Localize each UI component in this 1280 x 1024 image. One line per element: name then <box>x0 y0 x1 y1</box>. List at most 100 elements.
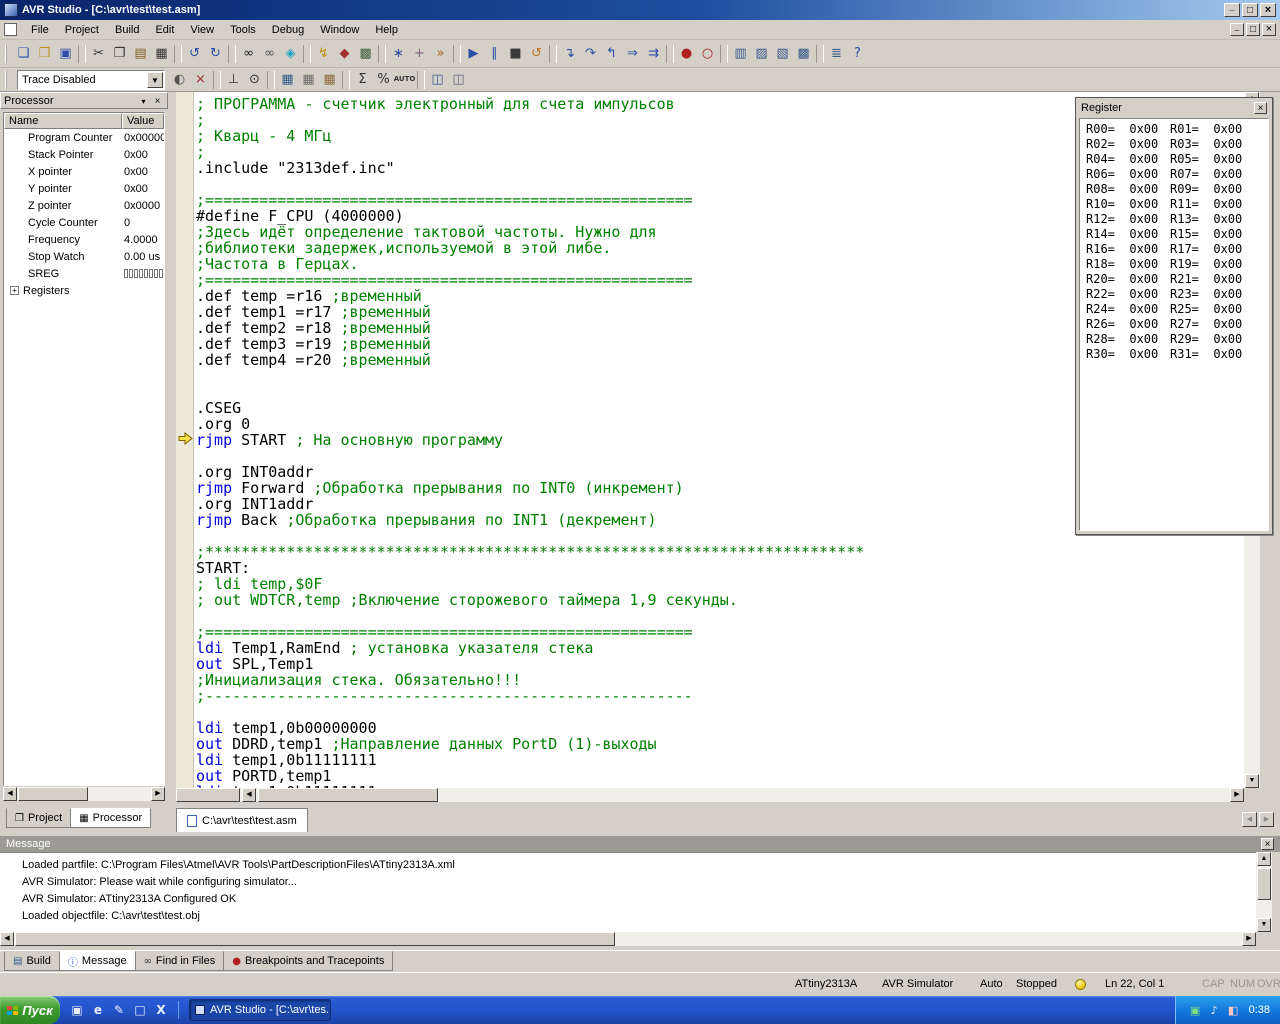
processor-hscrollbar[interactable] <box>3 787 165 801</box>
stop-debug-icon[interactable]: ■ <box>505 43 526 64</box>
sreg-flag-checkbox[interactable] <box>139 269 143 278</box>
toggle-breakpoint-icon[interactable]: ● <box>676 43 697 64</box>
undo-icon[interactable]: ↺ <box>184 43 205 64</box>
quick-launch-avr-icon[interactable]: ▣ <box>68 1001 86 1019</box>
chevron-down-icon[interactable]: ▼ <box>147 72 163 88</box>
step-out-icon[interactable]: ↰ <box>601 43 622 64</box>
io-view-icon[interactable]: ▩ <box>793 43 814 64</box>
chip-icon[interactable]: ▩ <box>355 43 376 64</box>
tab-scroll-left-icon[interactable]: ◀ <box>1242 812 1257 827</box>
start-button[interactable]: Пуск <box>0 996 60 1024</box>
register-close-icon[interactable] <box>1254 102 1267 114</box>
watch-window-icon[interactable]: ▥ <box>730 43 751 64</box>
remove-breakpoints-icon[interactable]: ○ <box>697 43 718 64</box>
message-output[interactable]: Loaded partfile: C:\Program Files\Atmel\… <box>0 852 1256 932</box>
scroll-thumb[interactable] <box>1257 868 1271 900</box>
stopwatch-icon[interactable]: ⊙ <box>244 69 265 90</box>
split-window-icon[interactable]: ◫ <box>448 69 469 90</box>
trace-combobox[interactable]: Trace Disabled ▼ <box>17 70 165 90</box>
quick-launch-ie-icon[interactable]: e <box>89 1001 107 1019</box>
auto-refresh-icon[interactable]: AUTO <box>394 69 415 90</box>
sreg-flag-checkbox[interactable] <box>154 269 158 278</box>
editor-window-icon[interactable]: ◫ <box>427 69 448 90</box>
clear-trace-icon[interactable]: × <box>190 69 211 90</box>
tab-find-in-files[interactable]: ∞Find in Files <box>135 951 225 971</box>
menu-item-tools[interactable]: Tools <box>222 24 264 36</box>
tab-breakpoints-and-tracepoints[interactable]: ●Breakpoints and Tracepoints <box>223 951 393 971</box>
restore-icon[interactable] <box>1242 3 1258 17</box>
sreg-flag-checkbox[interactable] <box>159 269 163 278</box>
menu-item-file[interactable]: File <box>23 24 57 36</box>
redo-icon[interactable]: ↻ <box>205 43 226 64</box>
menu-item-build[interactable]: Build <box>107 24 147 36</box>
tab-build[interactable]: ▤Build <box>4 951 60 971</box>
message-hscrollbar[interactable] <box>0 932 1256 946</box>
trace-onoff-icon[interactable]: ◐ <box>169 69 190 90</box>
register-window-header[interactable]: Register <box>1078 100 1270 116</box>
tab-processor[interactable]: ▦Processor <box>70 808 151 828</box>
help-icon[interactable]: ? <box>847 43 868 64</box>
menu-item-window[interactable]: Window <box>312 24 367 36</box>
bookmark-icon[interactable]: ◈ <box>280 43 301 64</box>
tab-project[interactable]: ❒Project <box>6 808 71 828</box>
sreg-flag-checkbox[interactable] <box>124 269 128 278</box>
reset-icon[interactable]: ↺ <box>526 43 547 64</box>
open-file-icon[interactable]: ❒ <box>34 43 55 64</box>
menu-item-help[interactable]: Help <box>367 24 406 36</box>
build-icon[interactable]: + <box>409 43 430 64</box>
autostep-icon[interactable]: ⇉ <box>643 43 664 64</box>
step-over-icon[interactable]: ↷ <box>580 43 601 64</box>
column-name[interactable]: Name <box>4 113 122 129</box>
scroll-right-icon[interactable] <box>151 787 165 801</box>
mdi-close-icon[interactable] <box>1262 23 1276 36</box>
quick-launch-desktop-icon[interactable]: □ <box>131 1001 149 1019</box>
disassembler-icon[interactable]: ≣ <box>826 43 847 64</box>
close-icon[interactable] <box>1260 3 1276 17</box>
sreg-flag-checkbox[interactable] <box>129 269 133 278</box>
new-file-icon[interactable]: ❏ <box>13 43 34 64</box>
tray-volume-icon[interactable]: ♪ <box>1207 1003 1222 1018</box>
splitter-handle[interactable] <box>176 788 240 802</box>
scroll-left-icon[interactable] <box>242 788 256 802</box>
scroll-up-icon[interactable] <box>1257 852 1271 866</box>
scroll-left-icon[interactable] <box>0 932 14 946</box>
find-in-files-icon[interactable]: ∞ <box>259 43 280 64</box>
sum-icon[interactable]: Σ <box>352 69 373 90</box>
editor-hscrollbar[interactable] <box>176 788 1244 802</box>
scroll-down-icon[interactable] <box>1257 918 1271 932</box>
column-value[interactable]: Value <box>122 113 164 129</box>
scroll-thumb[interactable] <box>258 788 438 802</box>
mdi-minimize-icon[interactable] <box>1230 23 1244 36</box>
menu-item-view[interactable]: View <box>182 24 222 36</box>
build-and-run-icon[interactable]: » <box>430 43 451 64</box>
run-to-cursor-icon[interactable]: ⇒ <box>622 43 643 64</box>
panel-close-icon[interactable] <box>151 95 164 107</box>
memory1-window-icon[interactable]: ▦ <box>277 69 298 90</box>
registers-expander-icon[interactable]: + <box>10 286 19 295</box>
scroll-right-icon[interactable] <box>1242 932 1256 946</box>
print-icon[interactable]: ▦ <box>151 43 172 64</box>
pause-icon[interactable]: ∥ <box>484 43 505 64</box>
memory3-window-icon[interactable]: ▦ <box>319 69 340 90</box>
panel-menu-icon[interactable] <box>137 95 150 107</box>
toolbar-grip[interactable] <box>5 45 10 63</box>
toolbar-grip[interactable] <box>5 71 10 89</box>
tab-message[interactable]: ⓘMessage <box>59 951 136 971</box>
sreg-flag-checkbox[interactable] <box>134 269 138 278</box>
quick-launch-x-icon[interactable]: X <box>152 1001 170 1019</box>
scroll-down-icon[interactable] <box>1245 774 1259 788</box>
scroll-left-icon[interactable] <box>3 787 17 801</box>
scroll-right-icon[interactable] <box>1230 788 1244 802</box>
connect-icon[interactable]: ◆ <box>334 43 355 64</box>
cut-icon[interactable]: ✂ <box>88 43 109 64</box>
tray-network-icon[interactable]: ◧ <box>1226 1003 1241 1018</box>
scroll-thumb[interactable] <box>18 787 88 801</box>
scroll-thumb[interactable] <box>15 932 615 946</box>
memory2-window-icon[interactable]: ▦ <box>298 69 319 90</box>
find-icon[interactable]: ∞ <box>238 43 259 64</box>
memory-window-icon[interactable]: ▨ <box>751 43 772 64</box>
message-close-icon[interactable] <box>1261 838 1274 850</box>
menu-item-project[interactable]: Project <box>57 24 107 36</box>
stack-monitor-icon[interactable]: ⊥ <box>223 69 244 90</box>
assemble-icon[interactable]: ∗ <box>388 43 409 64</box>
